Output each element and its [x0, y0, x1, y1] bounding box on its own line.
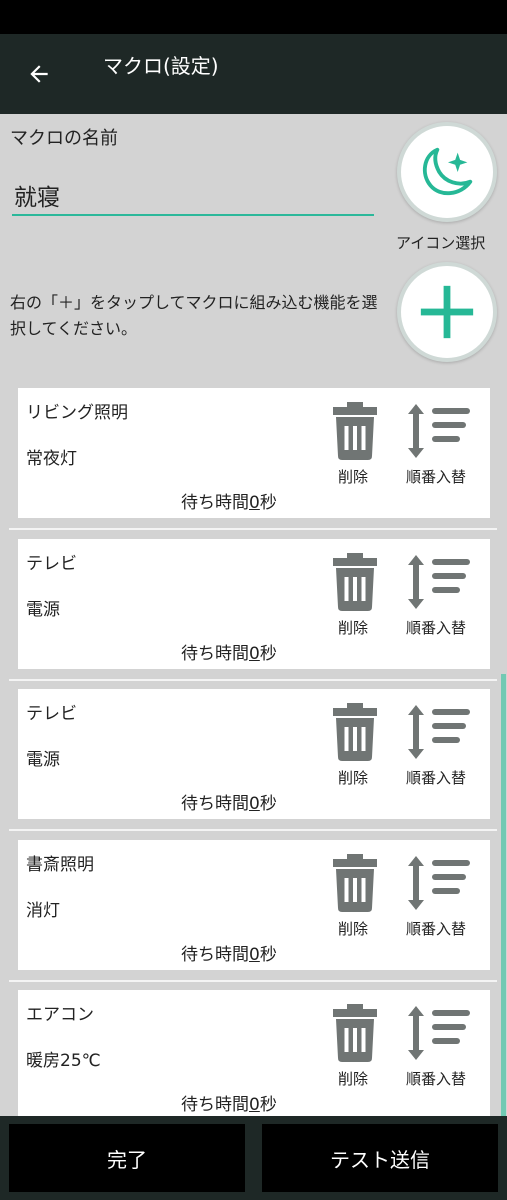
delete-label: 削除 — [338, 920, 369, 938]
wait-time-value: 0 — [249, 493, 260, 513]
reorder-button[interactable]: 順番入替 — [404, 553, 474, 641]
wait-time-unit: 秒 — [259, 493, 277, 513]
delete-button[interactable]: 削除 — [330, 854, 380, 942]
delete-button[interactable]: 削除 — [330, 553, 380, 641]
action-card[interactable]: リビング照明 常夜灯 待ち時間0秒 削除 順番入替 — [18, 388, 490, 518]
action-device-name: 書斎照明 — [26, 855, 94, 875]
sort-icon — [408, 856, 470, 910]
done-button[interactable]: 完了 — [9, 1124, 245, 1192]
wait-time-label: 待ち時間 — [181, 644, 249, 664]
delete-button[interactable]: 削除 — [330, 402, 380, 490]
divider — [9, 679, 497, 681]
page-title: マクロ(設定) — [103, 54, 219, 78]
action-function-name: 電源 — [26, 750, 60, 770]
action-card[interactable]: テレビ 電源 待ち時間0秒 削除 順番入替 — [18, 689, 490, 819]
sort-icon — [408, 1006, 470, 1060]
delete-label: 削除 — [338, 468, 369, 486]
macro-name-input[interactable] — [12, 176, 374, 216]
wait-time-value: 0 — [249, 945, 260, 965]
sort-icon — [408, 555, 470, 609]
trash-icon — [333, 1004, 377, 1062]
sort-icon — [408, 404, 470, 458]
action-function-name: 電源 — [26, 600, 60, 620]
action-function-name: 常夜灯 — [26, 449, 77, 469]
action-device-name: テレビ — [26, 704, 77, 724]
trash-icon — [333, 402, 377, 460]
delete-button[interactable]: 削除 — [330, 703, 380, 791]
reorder-label: 順番入替 — [406, 468, 467, 486]
action-card[interactable]: 書斎照明 消灯 待ち時間0秒 削除 順番入替 — [18, 840, 490, 970]
action-device-name: エアコン — [26, 1005, 94, 1025]
moon-stars-icon — [422, 147, 473, 196]
delete-label: 削除 — [338, 769, 369, 787]
wait-time[interactable]: 待ち時間0秒 — [181, 639, 277, 664]
reorder-button[interactable]: 順番入替 — [404, 703, 474, 791]
wait-time[interactable]: 待ち時間0秒 — [181, 1090, 277, 1115]
trash-icon — [333, 553, 377, 611]
action-function-name: 暖房25℃ — [26, 1051, 101, 1071]
plus-icon — [420, 285, 474, 339]
reorder-label: 順番入替 — [406, 769, 467, 787]
wait-time-unit: 秒 — [259, 1095, 277, 1115]
divider — [9, 829, 497, 831]
icon-select-label: アイコン選択 — [396, 234, 486, 252]
reorder-button[interactable]: 順番入替 — [404, 854, 474, 942]
reorder-label: 順番入替 — [406, 920, 467, 938]
action-card[interactable]: エアコン 暖房25℃ 待ち時間0秒 削除 順番入替 — [18, 990, 490, 1116]
action-device-name: テレビ — [26, 554, 77, 574]
reorder-label: 順番入替 — [406, 619, 467, 637]
action-list: リビング照明 常夜灯 待ち時間0秒 削除 順番入替 テレビ 電源 待ち時間0秒 … — [0, 382, 507, 1116]
wait-time-label: 待ち時間 — [181, 1095, 249, 1115]
wait-time-label: 待ち時間 — [181, 794, 249, 814]
divider — [9, 980, 497, 982]
wait-time-label: 待ち時間 — [181, 945, 249, 965]
wait-time-value: 0 — [249, 1095, 260, 1115]
reorder-button[interactable]: 順番入替 — [404, 1004, 474, 1092]
wait-time-unit: 秒 — [259, 945, 277, 965]
delete-button[interactable]: 削除 — [330, 1004, 380, 1092]
wait-time[interactable]: 待ち時間0秒 — [181, 789, 277, 814]
instruction-text: 右の「＋」をタップしてマクロに組み込む機能を選択してください。 — [10, 293, 378, 338]
delete-label: 削除 — [338, 1070, 369, 1088]
trash-icon — [333, 854, 377, 912]
wait-time[interactable]: 待ち時間0秒 — [181, 940, 277, 965]
reorder-label: 順番入替 — [406, 1070, 467, 1088]
action-card[interactable]: テレビ 電源 待ち時間0秒 削除 順番入替 — [18, 539, 490, 669]
delete-label: 削除 — [338, 619, 369, 637]
wait-time-unit: 秒 — [259, 794, 277, 814]
app-bar: マクロ(設定) — [0, 34, 507, 114]
status-bar — [0, 0, 507, 34]
test-send-button[interactable]: テスト送信 — [262, 1124, 498, 1192]
macro-name-label: マクロの名前 — [10, 128, 118, 149]
back-button[interactable] — [14, 52, 64, 96]
scrollbar[interactable] — [501, 674, 506, 1116]
action-function-name: 消灯 — [26, 901, 60, 921]
bottom-bar: 完了 テスト送信 — [0, 1116, 507, 1200]
add-action-button[interactable] — [397, 262, 497, 362]
wait-time-value: 0 — [249, 644, 260, 664]
divider — [9, 528, 497, 530]
icon-select-button[interactable] — [397, 122, 497, 222]
arrow-left-icon — [30, 65, 48, 83]
wait-time-label: 待ち時間 — [181, 493, 249, 513]
wait-time-value: 0 — [249, 794, 260, 814]
wait-time[interactable]: 待ち時間0秒 — [181, 488, 277, 513]
sort-icon — [408, 705, 470, 759]
action-device-name: リビング照明 — [26, 403, 128, 423]
reorder-button[interactable]: 順番入替 — [404, 402, 474, 490]
trash-icon — [333, 703, 377, 761]
wait-time-unit: 秒 — [259, 644, 277, 664]
